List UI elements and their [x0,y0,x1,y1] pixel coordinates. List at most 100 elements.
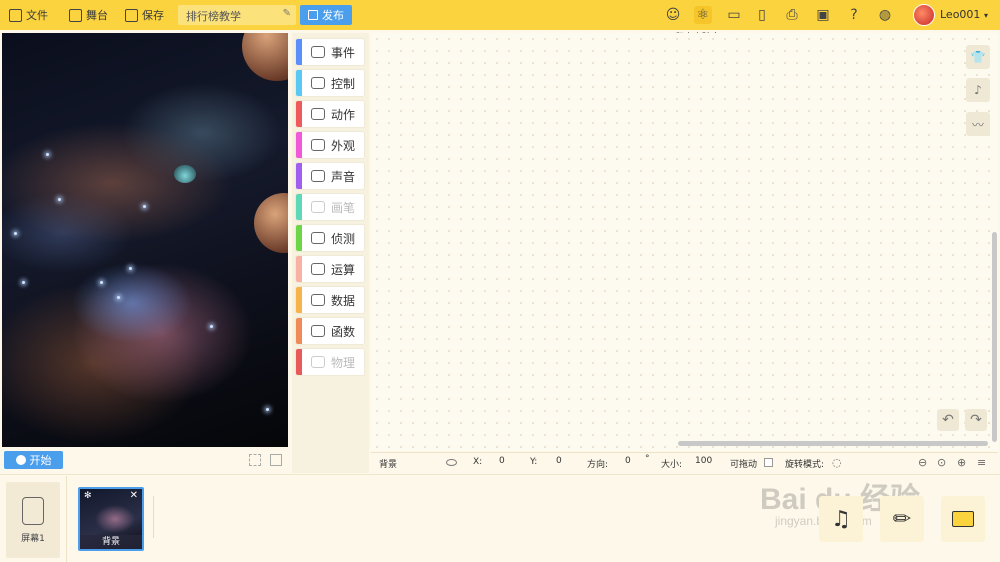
username-label: Leo001 [940,8,981,21]
horizontal-scrollbar[interactable] [678,441,988,446]
star-image [129,267,132,270]
project-name-input[interactable]: 排行榜教学 ✎ [178,5,296,25]
file-menu-button[interactable]: 文件 [9,5,48,25]
category-label: 侦测 [331,231,356,246]
category-color-bar [296,318,302,344]
category-motion[interactable]: 动作 [296,101,364,127]
category-events[interactable]: 事件 [296,39,364,65]
size-input[interactable]: 100 [695,456,712,466]
username-menu[interactable]: Leo001 ▾ [940,8,988,21]
block-category-palette: 事件 控制 动作 外观 声音 画笔 侦测 运算 数据 函数 物理 [292,33,369,473]
star-image [46,153,49,156]
category-label: 外观 [331,138,356,153]
screen-card[interactable]: 屏幕1 [6,482,60,558]
planet-image [254,193,288,253]
script-workspace[interactable] [371,33,998,451]
folder-open-icon[interactable]: ▭ [725,6,743,24]
save-button[interactable]: 保存 [125,5,164,25]
category-label: 画笔 [331,200,356,215]
code-icon [311,325,325,337]
rotation-mode-label: 旋转模式: [785,460,825,470]
music-note-icon: ♫ [831,506,851,532]
phone-icon [22,496,44,525]
calculator-icon [311,263,325,275]
star-image [266,408,269,411]
y-label: Y: [530,457,538,467]
help-icon[interactable]: ? [845,6,863,24]
upload-sprite-button[interactable] [941,496,985,542]
star-image [143,205,146,208]
category-color-bar [296,225,302,251]
category-label: 物理 [331,355,356,370]
grid-icon[interactable] [270,454,282,466]
avatar[interactable] [913,4,935,26]
printer-icon[interactable]: ⎙ [783,6,801,24]
add-sound-button[interactable]: ♫ [819,496,863,542]
category-label: 事件 [331,45,356,60]
category-sensing[interactable]: 侦测 [296,225,364,251]
menu-icon[interactable]: ≡ [977,456,989,469]
vertical-scrollbar[interactable] [992,232,997,442]
sprite-properties-bar: 背景 X: 0 Y: 0 方向: 0 ° 大小: 100 可拖动 旋转模式: ◌… [371,452,998,472]
category-pen[interactable]: 画笔 [296,194,364,220]
category-label: 运算 [331,262,356,277]
stage-button[interactable]: 舞台 [69,5,108,25]
globe-icon[interactable]: ◍ [876,6,894,24]
category-sound[interactable]: 声音 [296,163,364,189]
zoom-out-icon[interactable]: ⊖ [918,456,930,469]
category-data[interactable]: 数据 [296,287,364,313]
draggable-checkbox[interactable] [764,458,773,467]
star-image [22,281,25,284]
eye-icon[interactable] [446,459,457,466]
calendar-icon[interactable]: ▣ [814,6,832,24]
category-color-bar [296,39,302,65]
start-button[interactable]: 开始 [4,451,63,469]
block-lab-icon[interactable]: ⚛ [694,6,712,24]
mascot-icon[interactable]: ☺ [664,6,682,24]
category-control[interactable]: 控制 [296,70,364,96]
project-name-text: 排行榜教学 [186,10,241,23]
x-input[interactable]: 0 [499,456,505,466]
degree-sign: ° [645,454,650,464]
sprite-name-field[interactable]: 背景 [379,457,397,470]
stage-canvas[interactable] [2,33,288,447]
direction-input[interactable]: 0 [625,456,631,466]
tablet-icon[interactable]: ▯ [753,6,771,24]
backdrop-label: 背景 [80,535,142,549]
shirt-icon [311,139,325,151]
signal-icon [311,232,325,244]
category-label: 动作 [331,107,356,122]
paint-sprite-button[interactable]: ✏ [880,496,924,542]
publish-button[interactable]: 发布 [300,5,352,25]
sound-icon[interactable]: ♪ [966,78,990,102]
save-label: 保存 [142,9,164,22]
top-toolbar: 文件 舞台 保存 排行榜教学 ✎ 发布 ☺ ⚛ ▭ ▯ ⎙ ▣ ? ◍ Leo0… [0,0,1000,30]
folder-icon [9,8,22,22]
line-chart-icon [311,294,325,306]
add-folder-icon [952,511,974,527]
zoom-reset-icon[interactable]: ⊙ [937,456,949,469]
costume-icon[interactable]: 👕 [966,45,990,69]
data-icon[interactable]: 〰 [966,112,990,136]
gamepad-icon [311,77,325,89]
start-label: 开始 [29,454,52,467]
category-color-bar [296,163,302,189]
category-looks[interactable]: 外观 [296,132,364,158]
zoom-in-icon[interactable]: ⊕ [957,456,969,469]
category-operators[interactable]: 运算 [296,256,364,282]
close-icon[interactable]: ✕ [130,490,138,501]
star-image [100,281,103,284]
undo-icon[interactable]: ↶ [937,409,959,431]
rotation-mode-icon[interactable]: ◌ [832,456,844,469]
category-color-bar [296,349,302,375]
gear-icon[interactable]: ✻ [84,491,92,501]
category-label: 数据 [331,293,356,308]
category-color-bar [296,194,302,220]
category-functions[interactable]: 函数 [296,318,364,344]
stage-controls: 开始 [0,448,290,472]
fullscreen-icon[interactable] [249,454,261,466]
redo-icon[interactable]: ↷ [965,409,987,431]
category-physics[interactable]: 物理 [296,349,364,375]
y-input[interactable]: 0 [556,456,562,466]
backdrop-thumbnail[interactable]: ✻ ✕ 背景 [78,487,144,551]
